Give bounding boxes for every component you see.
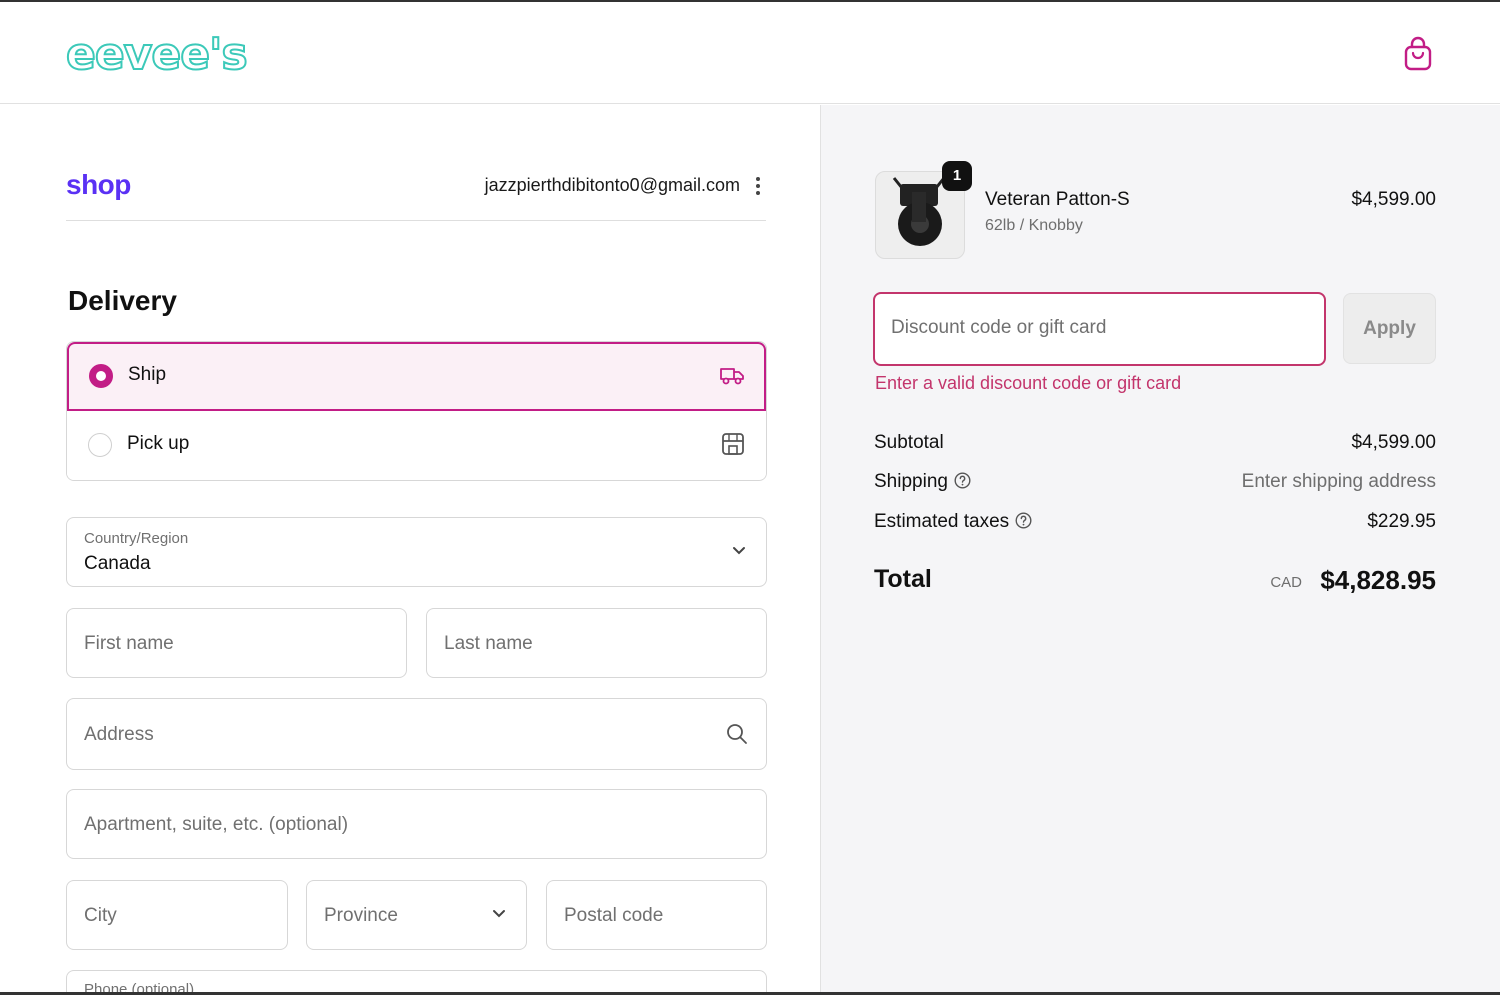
delivery-method-group: Ship Pick up bbox=[66, 341, 767, 481]
taxes-value: $229.95 bbox=[1367, 511, 1436, 532]
store-logo[interactable]: eevee's bbox=[65, 29, 249, 81]
quantity-badge: 1 bbox=[942, 161, 972, 191]
pickup-radio[interactable] bbox=[88, 433, 112, 457]
shipping-value: Enter shipping address bbox=[1241, 471, 1436, 492]
postal-code-field[interactable]: Postal code bbox=[546, 880, 767, 950]
order-summary-panel: 1 Veteran Patton-S 62lb / Knobby $4,599.… bbox=[820, 105, 1500, 995]
shop-account-row: shop jazzpierthdibitonto0@gmail.com bbox=[66, 165, 766, 221]
city-placeholder: City bbox=[84, 905, 117, 926]
search-icon bbox=[727, 724, 747, 744]
discount-placeholder: Discount code or gift card bbox=[891, 317, 1107, 338]
help-icon[interactable] bbox=[954, 472, 971, 489]
help-icon[interactable] bbox=[1015, 512, 1032, 529]
country-select[interactable]: Country/Region Canada bbox=[66, 517, 767, 587]
checkout-form-panel: shop jazzpierthdibitonto0@gmail.com Deli… bbox=[0, 105, 820, 995]
address-field[interactable]: Address bbox=[66, 698, 767, 770]
last-name-placeholder: Last name bbox=[444, 633, 533, 654]
store-icon bbox=[722, 433, 744, 455]
chevron-down-icon bbox=[493, 910, 505, 918]
last-name-field[interactable]: Last name bbox=[426, 608, 767, 678]
truck-icon bbox=[720, 368, 744, 385]
province-select[interactable]: Province bbox=[306, 880, 527, 950]
address-placeholder: Address bbox=[84, 724, 154, 745]
product-variant: 62lb / Knobby bbox=[985, 217, 1083, 234]
product-name: Veteran Patton-S bbox=[985, 189, 1130, 210]
shopping-bag-icon bbox=[1404, 36, 1432, 71]
subtotal-value: $4,599.00 bbox=[1351, 432, 1436, 453]
first-name-field[interactable]: First name bbox=[66, 608, 407, 678]
postal-code-placeholder: Postal code bbox=[564, 905, 664, 926]
account-email: jazzpierthdibitonto0@gmail.com bbox=[484, 175, 740, 195]
ship-radio[interactable] bbox=[89, 364, 113, 388]
city-field[interactable]: City bbox=[66, 880, 288, 950]
shop-pay-logo: shop bbox=[66, 169, 131, 200]
country-value: Canada bbox=[84, 553, 151, 574]
total-label: Total bbox=[874, 565, 932, 593]
apartment-placeholder: Apartment, suite, etc. (optional) bbox=[84, 814, 349, 835]
apartment-field[interactable]: Apartment, suite, etc. (optional) bbox=[66, 789, 767, 859]
chevron-down-icon bbox=[733, 547, 745, 555]
total-currency: CAD bbox=[1270, 574, 1302, 591]
taxes-row-label: Estimated taxes bbox=[874, 511, 1032, 533]
apply-discount-button[interactable]: Apply bbox=[1343, 293, 1436, 364]
first-name-placeholder: First name bbox=[84, 633, 174, 654]
site-header: eevee's bbox=[0, 2, 1500, 104]
discount-error-message: Enter a valid discount code or gift card bbox=[875, 373, 1182, 393]
shipping-row-label: Shipping bbox=[874, 471, 971, 493]
ship-label: Ship bbox=[128, 364, 167, 385]
country-label: Country/Region bbox=[84, 530, 189, 547]
total-value: $4,828.95 bbox=[1320, 565, 1436, 595]
delivery-heading: Delivery bbox=[68, 285, 177, 316]
delivery-option-pickup[interactable]: Pick up bbox=[67, 411, 766, 480]
taxes-label: Estimated taxes bbox=[874, 511, 1010, 532]
discount-code-input[interactable]: Discount code or gift card bbox=[873, 292, 1326, 366]
province-placeholder: Province bbox=[324, 905, 398, 926]
shipping-label: Shipping bbox=[874, 471, 948, 492]
pickup-label: Pick up bbox=[127, 433, 190, 454]
kebab-menu-icon[interactable] bbox=[754, 175, 762, 197]
product-price: $4,599.00 bbox=[1351, 189, 1436, 210]
delivery-option-ship[interactable]: Ship bbox=[67, 342, 766, 411]
subtotal-label: Subtotal bbox=[874, 432, 944, 453]
cart-button[interactable] bbox=[1402, 36, 1434, 72]
